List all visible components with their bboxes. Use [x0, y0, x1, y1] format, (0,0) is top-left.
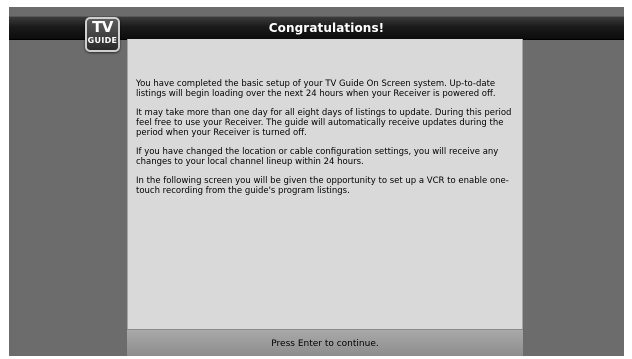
logo-guide-text: GUIDE [87, 36, 118, 45]
tv-guide-logo: TV GUIDE [85, 17, 120, 52]
message-body: You have completed the basic setup of yo… [136, 79, 521, 206]
content-panel: You have completed the basic setup of yo… [127, 39, 523, 329]
message-paragraph-setup-complete: You have completed the basic setup of yo… [136, 79, 496, 99]
message-paragraph-location-change: If you have changed the location or cabl… [136, 146, 499, 167]
tv-guide-screen: Congratulations! TV GUIDE You have compl… [9, 7, 624, 356]
continue-button[interactable]: Press Enter to continue. [127, 329, 523, 356]
screen-title: Congratulations! [268, 21, 385, 35]
message-paragraph-listings-update: It may take more than one day for all ei… [136, 108, 512, 138]
message-paragraph-vcr-setup: In the following screen you will be give… [136, 175, 509, 196]
continue-prompt: Press Enter to continue. [271, 339, 379, 349]
logo-tv-text: TV [92, 18, 113, 36]
